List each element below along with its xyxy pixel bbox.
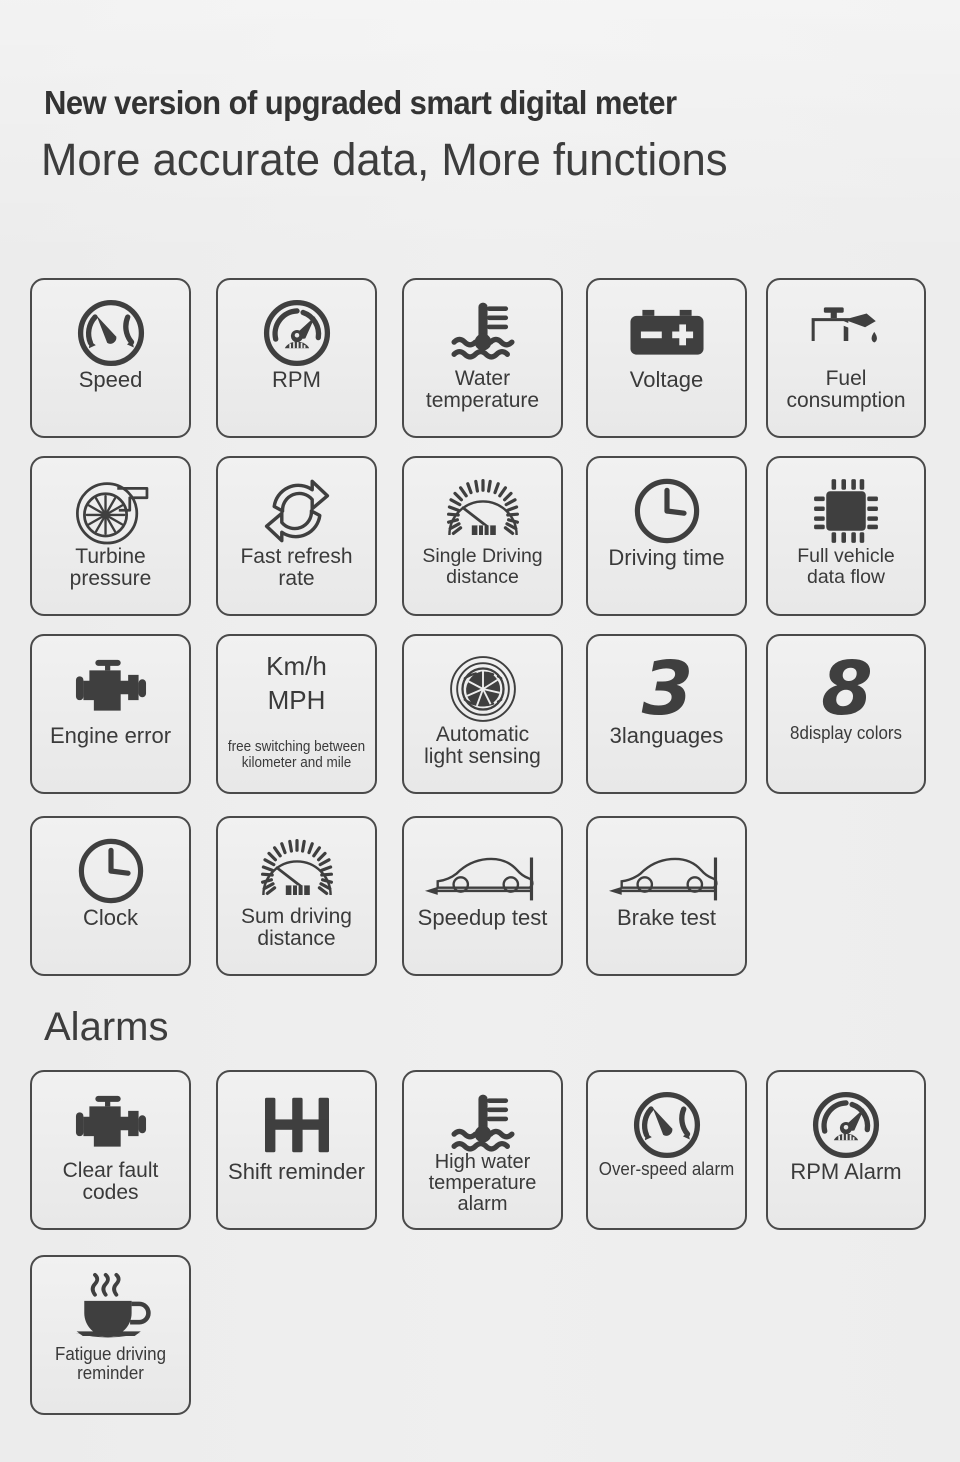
feature-tile-label: Engine error — [49, 723, 172, 748]
digit-8: 8 — [768, 652, 924, 726]
engine-icon — [32, 1088, 189, 1162]
digit-3: 3 — [588, 652, 745, 726]
feature-tile-label: Water temperature — [425, 367, 540, 413]
unit-secondary: MPH — [267, 684, 326, 715]
feature-tile[interactable]: Turbine pressure — [30, 456, 191, 616]
feature-tile[interactable]: Voltage — [586, 278, 747, 438]
feature-tile-label: Single Driving distance — [422, 545, 543, 588]
coffee-cup-icon — [32, 1272, 189, 1347]
feature-tile[interactable]: Over-speed alarm — [586, 1070, 747, 1230]
feature-tile-label: RPM Alarm — [790, 1159, 902, 1184]
page-subheadline: More accurate data, More functions — [41, 134, 728, 185]
speed-gauge-icon — [32, 296, 189, 370]
digit-8: 8 — [821, 646, 872, 732]
feature-tile[interactable]: RPM — [216, 278, 377, 438]
alarm-row: Fatigue driving reminder — [0, 1255, 960, 1415]
feature-tile[interactable]: Single Driving distance — [402, 456, 563, 616]
feature-tile-label: Fatigue driving reminder — [54, 1344, 166, 1384]
feature-tile-label: Brake test — [616, 905, 717, 930]
feature-tile-label: Speedup test — [417, 905, 548, 930]
aperture-icon — [404, 652, 561, 726]
feature-tile-label: Speed — [78, 367, 143, 392]
feature-tile[interactable]: Full vehicle data flow — [766, 456, 926, 616]
feature-tile-label: Shift reminder — [228, 1159, 365, 1184]
feature-tile[interactable]: Shift reminder — [216, 1070, 377, 1230]
refresh-arrows-icon — [218, 474, 375, 548]
car-brake-icon — [588, 834, 745, 908]
feature-tile-label: Driving time — [608, 545, 725, 570]
feature-tile[interactable]: Speedup test — [402, 816, 563, 976]
feature-tile-label: Over-speed alarm — [598, 1159, 735, 1179]
feature-tile[interactable]: 3 3languages — [586, 634, 747, 794]
unit-switch-caption: free switching between kilometer and mile — [227, 738, 366, 771]
feature-tile-label: Full vehicle data flow — [797, 545, 895, 588]
feature-tile[interactable]: Water temperature — [402, 278, 563, 438]
feature-tile-label: 8display colors — [790, 723, 902, 743]
odometer-icon — [404, 474, 561, 548]
turbocharger-icon — [32, 474, 189, 548]
battery-voltage-icon — [588, 296, 745, 370]
feature-tile[interactable]: Fatigue driving reminder — [30, 1255, 191, 1415]
feature-tile[interactable]: Clear fault codes — [30, 1070, 191, 1230]
oil-can-icon — [768, 296, 924, 370]
feature-tile-label: 3languages — [609, 723, 724, 748]
gear-shift-icon — [218, 1088, 375, 1162]
feature-tile[interactable]: Fuel consumption — [766, 278, 926, 438]
feature-tile-label: Turbine pressure — [69, 545, 152, 591]
feature-tile-label: Clock — [82, 905, 138, 930]
digit-3: 3 — [641, 646, 693, 732]
alarm-row: Clear fault codes Shift reminder High wat… — [0, 1070, 960, 1230]
feature-tile[interactable]: Engine error — [30, 634, 191, 794]
rpm-gauge-icon — [218, 296, 375, 370]
clock-icon — [32, 834, 189, 908]
feature-tile[interactable]: Km/h MPH free switching between kilometer a… — [216, 634, 377, 794]
feature-tile-label: RPM — [272, 367, 321, 392]
feature-tile-label: Automatic light sensing — [424, 723, 541, 769]
odometer-icon — [218, 834, 375, 908]
water-temperature-icon — [404, 296, 561, 370]
feature-tile-label: Fuel consumption — [786, 367, 906, 413]
unit-switch-text: Km/h MPH — [218, 650, 375, 718]
feature-tile[interactable]: Clock — [30, 816, 191, 976]
page-headline: New version of upgraded smart digital me… — [44, 84, 677, 121]
feature-tile-label: Clear fault codes — [62, 1159, 159, 1205]
feature-tile-label: Fast refresh rate — [240, 545, 353, 591]
clock-icon — [588, 474, 745, 548]
feature-tile[interactable]: Speed — [30, 278, 191, 438]
rpm-gauge-icon — [768, 1088, 924, 1162]
feature-tile[interactable]: High water temperature alarm — [402, 1070, 563, 1230]
feature-tile[interactable]: Driving time — [586, 456, 747, 616]
feature-tile-label: High water temperature alarm — [428, 1151, 537, 1216]
feature-row: Speed RPM Water temperature Voltage Fuel… — [0, 278, 960, 438]
section-title-alarms: Alarms — [44, 1005, 169, 1049]
feature-tile[interactable]: Fast refresh rate — [216, 456, 377, 616]
feature-tile[interactable]: Automatic light sensing — [402, 634, 563, 794]
feature-tile[interactable]: Sum driving distance — [216, 816, 377, 976]
feature-row: Engine error Km/h MPH free switching betwee… — [0, 634, 960, 794]
feature-grid-page: New version of upgraded smart digital me… — [0, 0, 960, 1462]
feature-row: Clock Sum driving distance Speedup test … — [0, 816, 960, 976]
feature-tile[interactable]: 8 8display colors — [766, 634, 926, 794]
speed-gauge-icon — [588, 1088, 745, 1162]
chip-icon — [768, 474, 924, 548]
feature-tile[interactable]: Brake test — [586, 816, 747, 976]
feature-tile[interactable]: RPM Alarm — [766, 1070, 926, 1230]
unit-primary: Km/h — [266, 651, 327, 681]
feature-tile-label: Voltage — [629, 367, 704, 392]
car-accel-icon — [404, 834, 561, 908]
engine-icon — [32, 652, 189, 726]
feature-tile-label: Sum driving distance — [241, 905, 352, 951]
feature-row: Turbine pressure Fast refresh rate Singl… — [0, 456, 960, 616]
